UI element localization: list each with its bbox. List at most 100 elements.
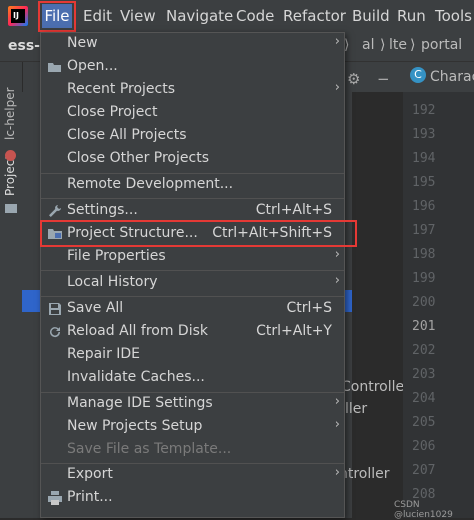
breadcrumb-item[interactable]: al xyxy=(362,37,374,53)
menu-close-other-projects-label: Close Other Projects xyxy=(67,150,209,166)
project-structure-highlight-box xyxy=(40,220,357,247)
file-menu-highlight-box xyxy=(38,1,76,32)
line-number: 195 xyxy=(412,175,436,190)
menu-local-history[interactable]: Local History › xyxy=(41,272,344,295)
line-number: 197 xyxy=(412,223,436,238)
menu-export[interactable]: Export › xyxy=(41,464,344,487)
wrench-icon xyxy=(49,205,61,217)
line-number: 205 xyxy=(412,415,436,430)
menu-manage-ide-settings[interactable]: Manage IDE Settings › xyxy=(41,393,344,416)
menu-view[interactable]: View xyxy=(120,4,156,28)
submenu-arrow-icon: › xyxy=(334,34,340,49)
menu-close-all-projects[interactable]: Close All Projects xyxy=(41,125,344,148)
menu-file-properties-label: File Properties xyxy=(67,248,166,264)
menu-file-properties[interactable]: File Properties › xyxy=(41,246,344,269)
code-fragment: Controlle xyxy=(341,379,405,395)
folder-icon xyxy=(5,204,17,213)
submenu-arrow-icon: › xyxy=(334,465,340,480)
menu-print[interactable]: Print... xyxy=(41,487,344,510)
menu-remote-development[interactable]: Remote Development... xyxy=(41,174,344,197)
menu-close-project[interactable]: Close Project xyxy=(41,102,344,125)
menu-tools[interactable]: Tools xyxy=(435,4,472,28)
line-number: 207 xyxy=(412,463,436,478)
menu-local-history-label: Local History xyxy=(67,274,158,290)
watermark: CSDN @lucien1029 xyxy=(394,500,453,520)
menu-new-projects-setup-label: New Projects Setup xyxy=(67,418,203,434)
breadcrumb-separator: ⟩ xyxy=(380,37,386,53)
menu-separator xyxy=(41,198,344,199)
line-number: 206 xyxy=(412,439,436,454)
menu-open-label: Open... xyxy=(67,58,118,74)
submenu-arrow-icon: › xyxy=(334,417,340,432)
menu-repair-ide-label: Repair IDE xyxy=(67,346,141,362)
menu-save-file-as-template-label: Save File as Template... xyxy=(67,441,232,457)
menu-remote-development-label: Remote Development... xyxy=(67,176,234,192)
menu-save-all-shortcut: Ctrl+S xyxy=(286,300,332,316)
menu-separator xyxy=(41,296,344,297)
menu-new[interactable]: New › xyxy=(41,33,344,56)
menu-repair-ide[interactable]: Repair IDE xyxy=(41,344,344,367)
file-menu-dropdown: New › Open... Recent Projects › Close Pr… xyxy=(40,32,345,518)
class-c-icon: C xyxy=(410,67,426,83)
line-number: 196 xyxy=(412,199,436,214)
breadcrumb-separator: ⟩ xyxy=(410,37,416,53)
menu-code[interactable]: Code xyxy=(236,4,274,28)
menu-run[interactable]: Run xyxy=(397,4,426,28)
gear-icon[interactable]: ⚙ xyxy=(347,70,360,88)
submenu-arrow-icon: › xyxy=(334,80,340,95)
line-number: 192 xyxy=(412,103,436,118)
menu-refactor[interactable]: Refactor xyxy=(283,4,346,28)
menu-settings-label: Settings... xyxy=(67,202,138,218)
menu-recent-projects[interactable]: Recent Projects › xyxy=(41,79,344,102)
line-number: 199 xyxy=(412,271,436,286)
menu-new-label: New xyxy=(67,35,98,51)
minimize-icon[interactable]: − xyxy=(377,70,390,88)
lc-helper-icon xyxy=(5,150,16,161)
menu-open[interactable]: Open... xyxy=(41,56,344,79)
save-icon xyxy=(49,303,61,315)
breadcrumb-item[interactable]: lte xyxy=(389,37,407,53)
line-number: 200 xyxy=(412,295,436,310)
menu-reload-all-shortcut: Ctrl+Alt+Y xyxy=(256,323,332,339)
folder-open-icon xyxy=(48,63,61,72)
menu-print-label: Print... xyxy=(67,489,113,505)
side-tab-lc-helper[interactable]: lc-helper xyxy=(3,87,17,140)
menu-separator xyxy=(41,270,344,271)
menu-manage-ide-settings-label: Manage IDE Settings xyxy=(67,395,213,411)
code-fragment: ntroller xyxy=(339,466,390,482)
submenu-arrow-icon: › xyxy=(334,247,340,262)
submenu-arrow-icon: › xyxy=(334,273,340,288)
refresh-icon xyxy=(50,327,61,338)
menu-settings-shortcut: Ctrl+Alt+S xyxy=(255,202,332,218)
menu-new-projects-setup[interactable]: New Projects Setup › xyxy=(41,416,344,439)
line-number: 193 xyxy=(412,127,436,142)
breadcrumb-item[interactable]: portal xyxy=(421,37,462,53)
menu-invalidate-caches-label: Invalidate Caches... xyxy=(67,369,205,385)
menu-navigate[interactable]: Navigate xyxy=(166,4,233,28)
menu-build[interactable]: Build xyxy=(352,4,390,28)
menu-reload-all-label: Reload All from Disk xyxy=(67,323,208,339)
printer-icon xyxy=(48,491,62,505)
menu-save-all[interactable]: Save All Ctrl+S xyxy=(41,298,344,321)
line-number: 201 xyxy=(412,319,436,334)
line-number: 198 xyxy=(412,247,436,262)
editor-tab-title[interactable]: Charac xyxy=(430,69,474,85)
menu-save-file-as-template: Save File as Template... xyxy=(41,439,344,462)
menu-reload-all[interactable]: Reload All from Disk Ctrl+Alt+Y xyxy=(41,321,344,344)
line-number: 204 xyxy=(412,391,436,406)
menu-close-project-label: Close Project xyxy=(67,104,158,120)
side-tab-project[interactable]: Project xyxy=(3,155,17,196)
submenu-arrow-icon: › xyxy=(334,394,340,409)
intellij-logo-icon: IJ xyxy=(8,6,28,26)
menu-close-other-projects[interactable]: Close Other Projects xyxy=(41,148,344,171)
menu-recent-projects-label: Recent Projects xyxy=(67,81,176,97)
line-number: 202 xyxy=(412,343,436,358)
line-number: 194 xyxy=(412,151,436,166)
line-number: 203 xyxy=(412,367,436,382)
menu-close-all-projects-label: Close All Projects xyxy=(67,127,187,143)
menu-edit[interactable]: Edit xyxy=(83,4,112,28)
code-fragment: ller xyxy=(345,401,368,417)
menu-export-label: Export xyxy=(67,466,113,482)
menu-save-all-label: Save All xyxy=(67,300,124,316)
menu-invalidate-caches[interactable]: Invalidate Caches... xyxy=(41,367,344,390)
